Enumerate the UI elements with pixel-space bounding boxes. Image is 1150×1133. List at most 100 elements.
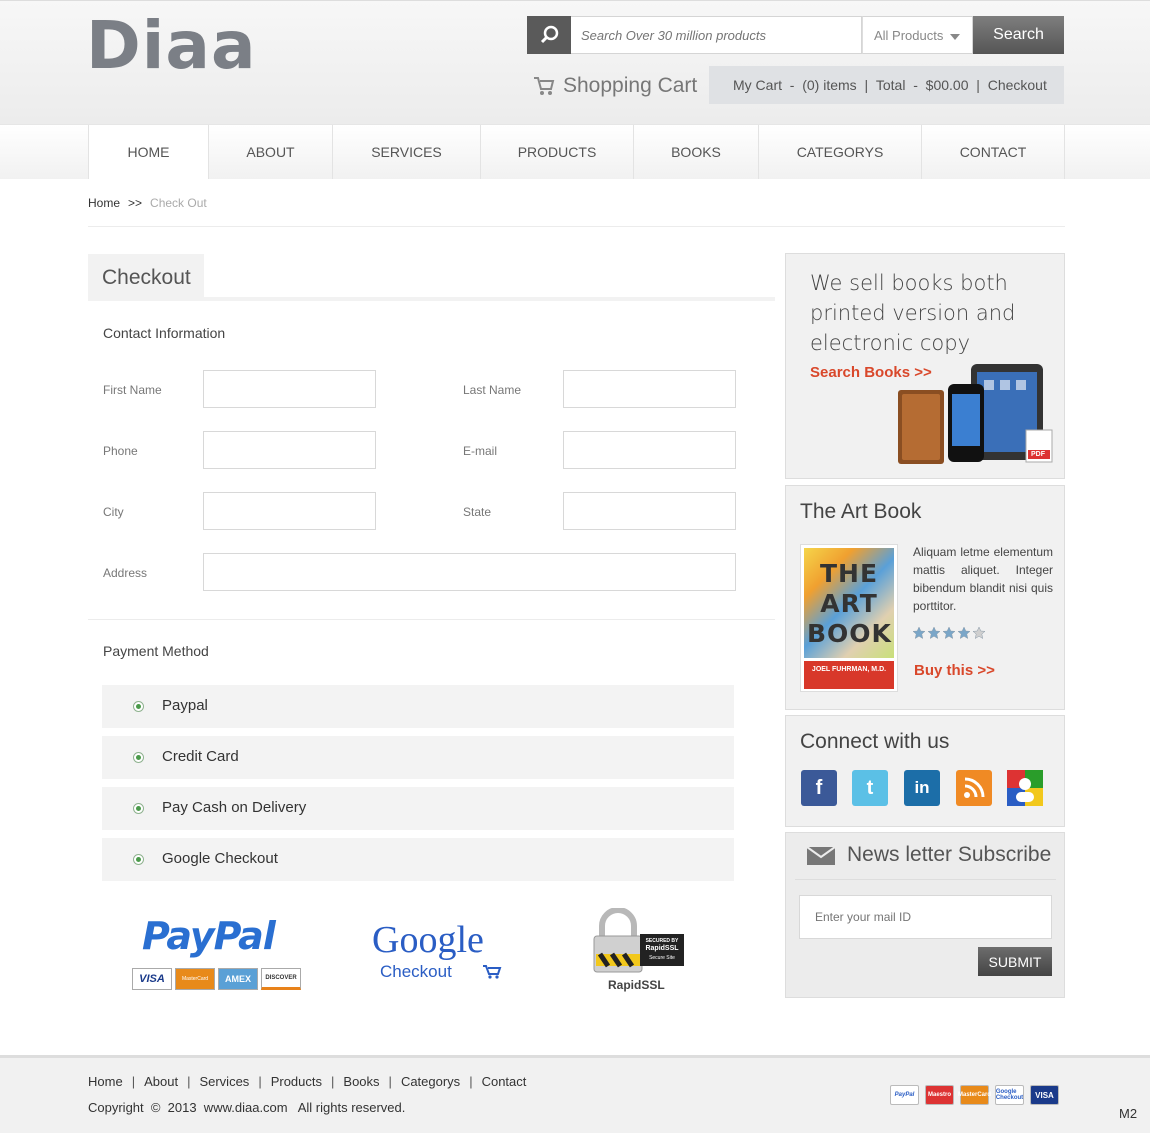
google-checkout-card-icon: Google Checkout bbox=[995, 1085, 1024, 1105]
footer-link-categorys[interactable]: Categorys bbox=[401, 1074, 460, 1089]
mastercard-card-icon: MasterCard bbox=[958, 1085, 991, 1105]
cart-summary: My Cart - (0) items | Total - $00.00 | C… bbox=[709, 66, 1064, 104]
checkout-link[interactable]: Checkout bbox=[988, 77, 1047, 93]
payment-heading: Payment Method bbox=[103, 643, 209, 659]
search-button[interactable]: Search bbox=[973, 16, 1064, 54]
footer-link-home[interactable]: Home bbox=[88, 1074, 123, 1089]
divider bbox=[795, 879, 1056, 880]
search-icon[interactable] bbox=[527, 16, 575, 54]
star-icon bbox=[942, 626, 956, 640]
discover-logo: DISCOVER bbox=[261, 968, 301, 990]
payment-option-label: Paypal bbox=[162, 697, 208, 714]
search-input[interactable] bbox=[571, 16, 862, 54]
nav-item-categorys[interactable]: CATEGORYS bbox=[759, 125, 922, 179]
first-name-field[interactable] bbox=[203, 370, 376, 408]
newsletter-box: News letter Subscribe SUBMIT bbox=[785, 832, 1065, 998]
radio-button[interactable] bbox=[133, 701, 144, 712]
cart-total: Total - $00.00 bbox=[875, 77, 969, 93]
ssl-secure-site-label: Secure Site bbox=[649, 955, 675, 961]
chevron-down-icon bbox=[950, 34, 960, 40]
paypal-logo: PayPal VISA MasterCard AMEX DISCOVER bbox=[132, 912, 304, 994]
version-badge: M2 bbox=[1119, 1106, 1138, 1121]
book-cover-title: THE ART BOOK bbox=[807, 559, 892, 648]
address-field[interactable] bbox=[203, 553, 736, 591]
state-field[interactable] bbox=[563, 492, 736, 530]
submit-button[interactable]: SUBMIT bbox=[978, 947, 1052, 976]
breadcrumb-home[interactable]: Home bbox=[88, 196, 120, 210]
payment-option-label: Google Checkout bbox=[162, 850, 278, 867]
promo-box: We sell books both printed version and e… bbox=[785, 253, 1065, 479]
connect-title: Connect with us bbox=[800, 730, 950, 753]
footer-separator: | bbox=[131, 1074, 136, 1089]
footer-link-contact[interactable]: Contact bbox=[482, 1074, 527, 1089]
payment-option-credit-card[interactable]: Credit Card bbox=[102, 736, 734, 779]
cart-items-link[interactable]: My Cart - (0) items bbox=[733, 77, 857, 93]
category-select-value: All Products bbox=[874, 28, 944, 43]
email-field[interactable] bbox=[563, 431, 736, 469]
radio-button[interactable] bbox=[133, 803, 144, 814]
visa-card-logo: VISA bbox=[132, 968, 172, 990]
footer-separator: | bbox=[258, 1074, 262, 1089]
payment-option-cash[interactable]: Pay Cash on Delivery bbox=[102, 787, 734, 830]
linkedin-icon[interactable]: in bbox=[904, 770, 940, 806]
nav-item-about[interactable]: ABOUT bbox=[209, 125, 333, 179]
footer-link-products[interactable]: Products bbox=[271, 1074, 322, 1089]
breadcrumb-separator: >> bbox=[128, 196, 143, 210]
last-name-field[interactable] bbox=[563, 370, 736, 408]
payment-option-label: Credit Card bbox=[162, 748, 239, 765]
radio-button[interactable] bbox=[133, 752, 144, 763]
pdf-badge-label: PDF bbox=[1031, 451, 1045, 458]
radio-button[interactable] bbox=[133, 854, 144, 865]
footer-link-about[interactable]: About bbox=[144, 1074, 178, 1089]
cart-icon bbox=[534, 77, 555, 95]
google-checkout-logo: Google Checkout bbox=[372, 919, 524, 982]
payment-option-google[interactable]: Google Checkout bbox=[102, 838, 734, 881]
nav-item-contact[interactable]: CONTACT bbox=[922, 125, 1065, 179]
twitter-icon[interactable]: t bbox=[852, 770, 888, 806]
last-name-label: Last Name bbox=[463, 383, 522, 397]
payment-option-label: Pay Cash on Delivery bbox=[162, 799, 307, 816]
breadcrumb-current: Check Out bbox=[150, 196, 207, 210]
nav-item-services[interactable]: SERVICES bbox=[333, 125, 481, 179]
nav-item-books[interactable]: BOOKS bbox=[634, 125, 759, 179]
footer-separator: | bbox=[187, 1074, 191, 1089]
cart-separator: | bbox=[968, 77, 988, 93]
city-label: City bbox=[103, 505, 124, 519]
cart-icon bbox=[483, 965, 502, 979]
nav-item-home[interactable]: HOME bbox=[88, 125, 209, 179]
contact-heading: Contact Information bbox=[103, 325, 226, 341]
ssl-secured-label: SECURED BY bbox=[645, 938, 679, 944]
footer-payment-cards: PayPal Maestro MasterCard Google Checkou… bbox=[890, 1085, 1059, 1105]
google-wordmark: Google bbox=[372, 919, 484, 961]
category-select[interactable]: All Products bbox=[862, 16, 973, 54]
footer-link-services[interactable]: Services bbox=[199, 1074, 249, 1089]
email-label: E-mail bbox=[463, 444, 498, 458]
shopping-cart-link[interactable]: Shopping Cart bbox=[533, 72, 697, 100]
newsletter-email-input[interactable] bbox=[799, 895, 1052, 939]
site-logo[interactable]: Diaa bbox=[86, 7, 256, 84]
buy-this-link[interactable]: Buy this >> bbox=[914, 662, 995, 679]
main-nav: HOME ABOUT SERVICES PRODUCTS BOOKS CATEGORYS C… bbox=[0, 124, 1150, 179]
phone-field[interactable] bbox=[203, 431, 376, 469]
star-icon bbox=[957, 626, 971, 640]
divider bbox=[88, 619, 775, 620]
state-label: State bbox=[463, 505, 492, 519]
nav-item-products[interactable]: PRODUCTS bbox=[481, 125, 634, 179]
facebook-icon[interactable]: f bbox=[801, 770, 837, 806]
book-cover-image[interactable]: THE ART BOOK JOEL FUHRMAN, M.D. bbox=[800, 544, 898, 692]
footer-link-books[interactable]: Books bbox=[343, 1074, 379, 1089]
footer-separator: | bbox=[469, 1074, 473, 1089]
shopping-cart-label: Shopping Cart bbox=[563, 74, 698, 97]
city-field[interactable] bbox=[203, 492, 376, 530]
art-book-description: Aliquam letme elementum mattis aliquet. … bbox=[913, 545, 1053, 613]
page-title: Checkout bbox=[88, 254, 204, 300]
card-logos: VISA MasterCard AMEX DISCOVER bbox=[132, 968, 301, 990]
divider bbox=[88, 226, 1065, 227]
google-icon[interactable] bbox=[1007, 770, 1043, 806]
payment-option-paypal[interactable]: Paypal bbox=[102, 685, 734, 728]
rss-icon[interactable] bbox=[956, 770, 992, 806]
paypal-wordmark: PayPal bbox=[142, 914, 276, 958]
nav-list: HOME ABOUT SERVICES PRODUCTS BOOKS CATEGORYS C… bbox=[88, 125, 1065, 180]
book-cover-author: JOEL FUHRMAN, M.D. bbox=[811, 666, 887, 673]
footer-links: Home | About | Services | Products | Books | Categ… bbox=[88, 1074, 526, 1089]
